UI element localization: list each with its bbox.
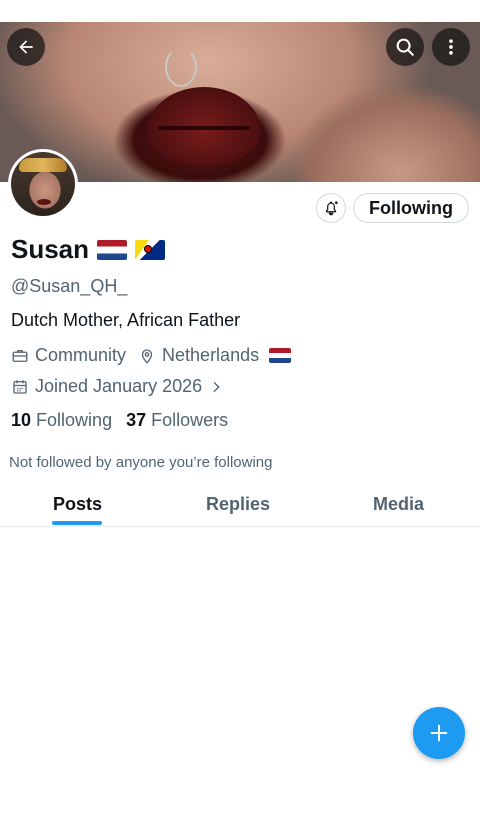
not-followed-text: Not followed by anyone you’re following — [9, 454, 273, 471]
profile-location: Netherlands — [162, 345, 260, 365]
tab-posts[interactable]: Posts — [53, 494, 102, 515]
followers-label: Followers — [151, 410, 229, 430]
profile-stats: 10 Following 37 Followers — [11, 410, 228, 431]
plus-icon — [430, 724, 448, 742]
avatar[interactable] — [8, 149, 78, 219]
bonaire-flag-icon — [135, 239, 166, 260]
netherlands-flag-icon — [97, 239, 128, 260]
avatar-image — [11, 152, 75, 216]
profile-tabs: Posts Replies Media — [0, 484, 480, 527]
search-icon — [396, 38, 414, 56]
tab-media[interactable]: Media — [373, 494, 424, 515]
briefcase-icon — [12, 349, 28, 362]
bell-plus-icon — [325, 201, 338, 216]
profile-handle: @Susan_QH_ — [11, 276, 128, 296]
search-button[interactable] — [386, 28, 424, 66]
following-button[interactable]: Following — [353, 193, 469, 223]
profile-category: Community — [35, 345, 127, 365]
profile-bio: Dutch Mother, African Father — [11, 310, 241, 330]
more-vertical-icon — [449, 39, 453, 55]
following-count: 10 — [11, 410, 32, 430]
banner-lips-line — [158, 126, 250, 130]
active-tab-indicator — [52, 521, 102, 525]
notify-button[interactable] — [316, 193, 346, 223]
more-button[interactable] — [432, 28, 470, 66]
following-label: Following — [36, 410, 113, 430]
nose-ring — [165, 47, 197, 87]
profile-joined: Joined January 2026 — [35, 376, 203, 396]
profile-joined-row[interactable]: Joined January 2026 — [11, 376, 224, 397]
arrow-left-icon — [19, 40, 33, 54]
chevron-right-icon — [213, 381, 220, 392]
following-link[interactable]: 10 Following — [11, 410, 112, 431]
followers-link[interactable]: 37 Followers — [126, 410, 228, 431]
back-button[interactable] — [7, 28, 45, 66]
netherlands-flag-icon — [269, 348, 292, 363]
followers-count: 37 — [126, 410, 147, 430]
profile-name: Susan — [11, 234, 90, 264]
profile-category-row: Community Netherlands — [11, 345, 292, 366]
calendar-icon — [13, 379, 27, 394]
compose-button[interactable] — [413, 707, 465, 759]
location-pin-icon — [141, 348, 153, 364]
profile-name-row: Susan — [11, 234, 166, 265]
tab-replies[interactable]: Replies — [206, 494, 270, 515]
